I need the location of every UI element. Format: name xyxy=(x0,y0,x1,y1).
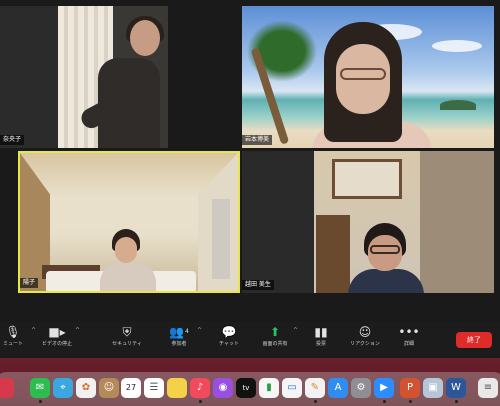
running-indicator xyxy=(455,400,458,403)
apple-tv-icon[interactable]: tv xyxy=(236,378,256,398)
reminders-icon[interactable]: ☰ xyxy=(144,378,164,398)
participants-button[interactable]: 👥4 参加者 ^ xyxy=(154,324,204,354)
document-icon[interactable]: ≡ xyxy=(478,378,498,398)
island xyxy=(440,100,476,110)
participant-video xyxy=(348,223,424,293)
keynote-icon[interactable]: ▭ xyxy=(282,378,302,398)
calendar-icon[interactable]: 27 xyxy=(121,378,141,398)
reaction-icon: ☺ xyxy=(358,325,372,339)
ceiling-frame xyxy=(332,159,402,199)
notes-icon[interactable] xyxy=(167,378,187,398)
participant-name-label: 奈央子 xyxy=(0,135,25,145)
preview-icon[interactable]: ▣ xyxy=(423,378,443,398)
contacts-icon[interactable]: ☺ xyxy=(99,378,119,398)
more-button[interactable]: ••• 詳細 xyxy=(384,324,434,354)
participant-count: 4 xyxy=(185,328,189,335)
end-meeting-button[interactable]: 終了 xyxy=(456,332,492,348)
powerpoint-icon[interactable]: P xyxy=(400,378,420,398)
zoom-icon[interactable]: ▶ xyxy=(374,378,394,398)
chevron-up-icon[interactable]: ^ xyxy=(197,327,202,334)
running-indicator xyxy=(314,400,317,403)
running-indicator xyxy=(409,400,412,403)
app-store-icon[interactable]: A xyxy=(328,378,348,398)
poll-button[interactable]: ▮▮ 投票 xyxy=(296,324,346,354)
chevron-up-icon[interactable]: ^ xyxy=(75,327,80,334)
door xyxy=(316,215,350,293)
participant-video xyxy=(100,229,160,291)
chat-icon: 💬 xyxy=(221,325,237,339)
more-icon: ••• xyxy=(398,325,420,339)
app-icon-1[interactable] xyxy=(0,378,14,398)
share-screen-button[interactable]: ⬆ 画面の共有 ^ xyxy=(250,324,300,354)
meeting-toolbar: 🎙 ミュート ^ ■▸ ビデオの停止 ^ ⛨ セキュリティ 👥4 参加者 ^ 💬… xyxy=(0,322,500,356)
participant-name-label: 陽子 xyxy=(20,278,39,288)
video-tile-2[interactable]: 岩本博美 xyxy=(242,6,494,148)
system-preferences-icon[interactable]: ⚙ xyxy=(351,378,371,398)
participant-video xyxy=(77,16,164,148)
cloud xyxy=(432,40,482,52)
maps-icon[interactable]: ⌖ xyxy=(53,378,73,398)
shield-icon: ⛨ xyxy=(122,325,132,339)
reaction-button[interactable]: ☺ リアクション xyxy=(340,324,390,354)
stop-video-button[interactable]: ■▸ ビデオの停止 ^ xyxy=(32,324,82,354)
curtain xyxy=(212,199,230,279)
word-icon[interactable]: W xyxy=(446,378,466,398)
video-tile-1[interactable]: 奈央子 xyxy=(0,6,168,148)
podcasts-icon[interactable]: ◉ xyxy=(213,378,233,398)
security-button[interactable]: ⛨ セキュリティ xyxy=(102,324,152,354)
video-tile-3-active-speaker[interactable]: 陽子 xyxy=(18,151,240,293)
music-icon[interactable]: ♪ xyxy=(190,378,210,398)
running-indicator xyxy=(39,400,42,403)
zoom-meeting-window: 奈央子 岩本博美 陽子 越田 美生 🎙 ミュート ^ ■▸ ビデオの停止 ^ ⛨… xyxy=(0,0,500,406)
running-indicator xyxy=(199,400,202,403)
poll-icon: ▮▮ xyxy=(314,325,328,339)
messages-icon[interactable]: ✉ xyxy=(30,378,50,398)
participant-video xyxy=(312,22,432,148)
participant-name-label: 岩本博美 xyxy=(242,135,273,145)
photos-icon[interactable]: ✿ xyxy=(76,378,96,398)
running-indicator xyxy=(383,400,386,403)
video-tile-4[interactable]: 越田 美生 xyxy=(242,151,494,293)
numbers-icon[interactable]: ▮ xyxy=(259,378,279,398)
participant-name-label: 越田 美生 xyxy=(242,280,274,290)
pages-icon[interactable]: ✎ xyxy=(305,378,325,398)
chat-button[interactable]: 💬 チャット xyxy=(204,324,254,354)
